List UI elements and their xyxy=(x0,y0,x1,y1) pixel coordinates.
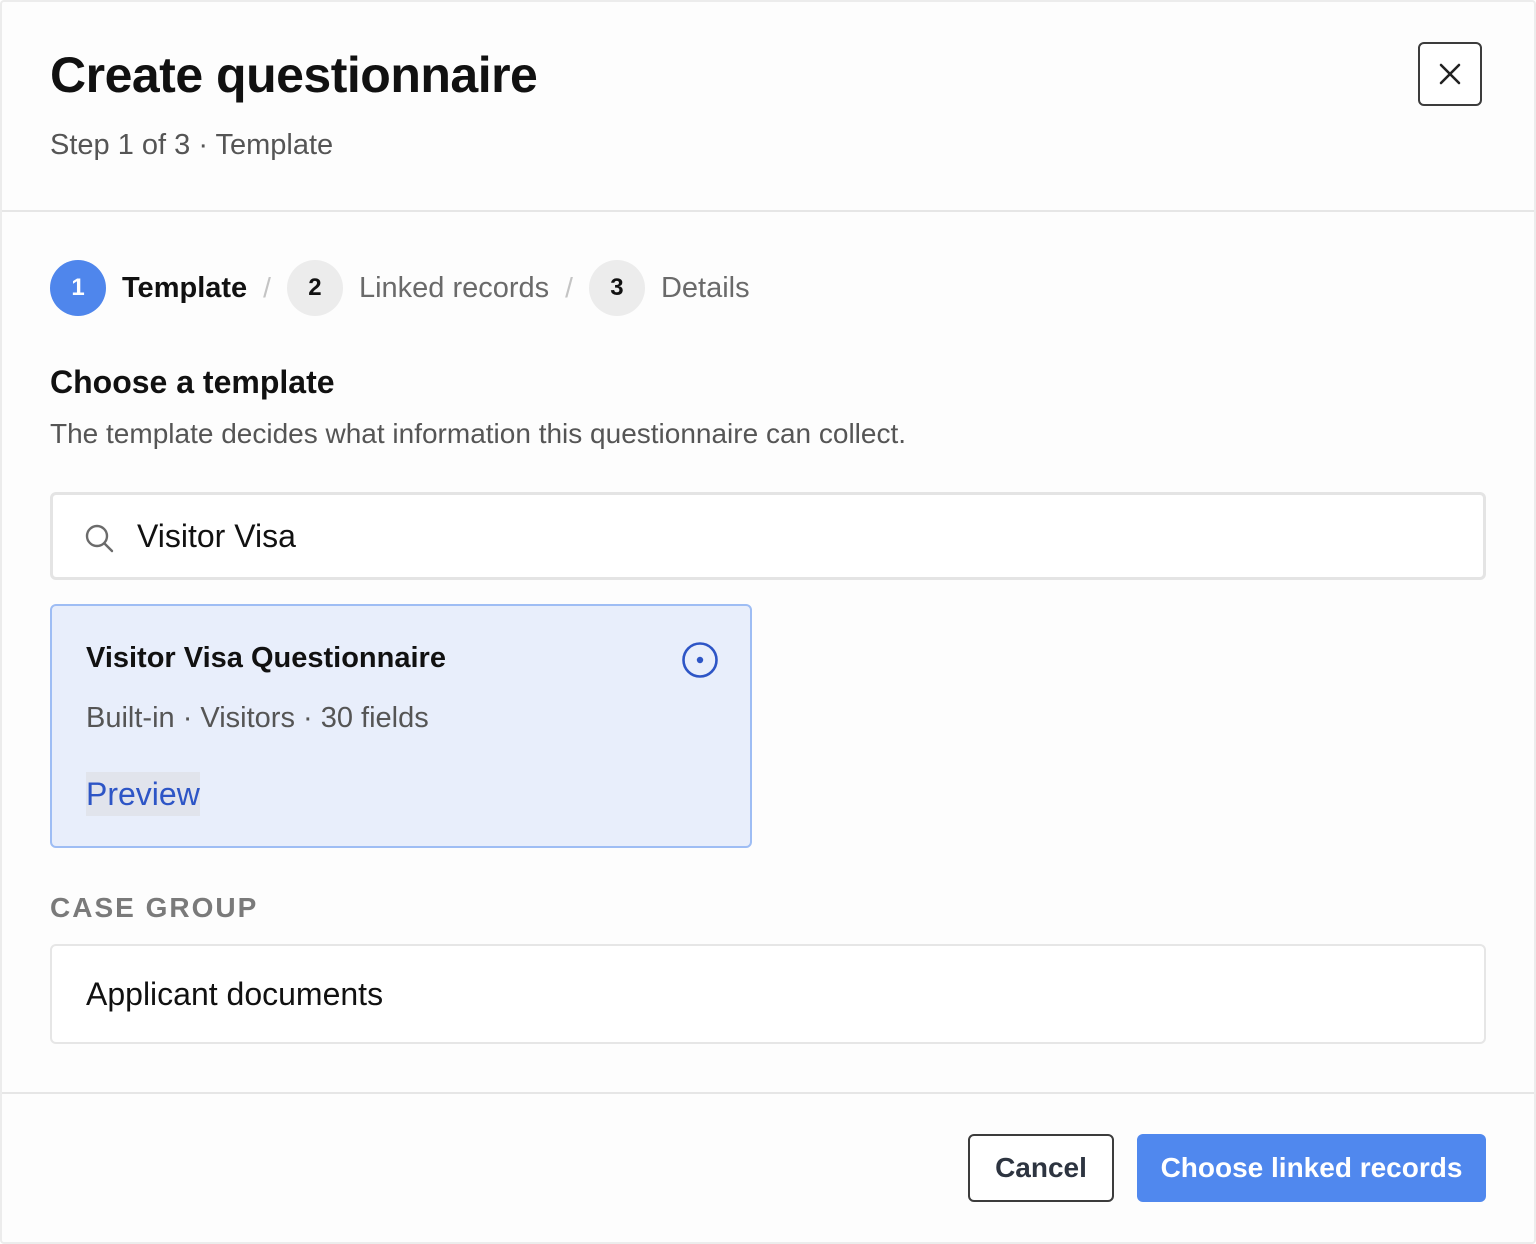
step-details[interactable]: 3 Details xyxy=(588,260,750,316)
section-description: The template decides what information th… xyxy=(50,418,907,449)
template-card-meta: Built-in · Visitors · 30 fields xyxy=(86,702,429,734)
radio-selected-icon[interactable] xyxy=(680,640,720,680)
case-group-label: CASE GROUP xyxy=(50,892,259,923)
step-label: Linked records xyxy=(358,271,550,304)
step-label: Details xyxy=(660,271,750,304)
step-number: 1 xyxy=(50,260,106,316)
dialog-subtitle: Step 1 of 3 · Template xyxy=(50,129,334,161)
template-search xyxy=(50,492,1486,580)
case-group-value: Applicant documents xyxy=(86,976,384,1012)
choose-linked-records-button[interactable]: Choose linked records xyxy=(1137,1134,1486,1202)
template-card-title: Visitor Visa Questionnaire xyxy=(86,642,446,674)
create-questionnaire-dialog: Create questionnaire Step 1 of 3 · Templ… xyxy=(0,0,1536,1244)
step-separator: / xyxy=(263,272,271,303)
stepper: 1 Template / 2 Linked records / 3 Detail… xyxy=(50,260,750,316)
step-separator: / xyxy=(565,272,573,303)
cancel-button[interactable]: Cancel xyxy=(968,1134,1114,1202)
template-card-visitor-visa[interactable]: Visitor Visa Questionnaire Built-in · Vi… xyxy=(50,604,752,848)
case-group-select[interactable]: Applicant documents xyxy=(50,944,1486,1044)
section-title: Choose a template xyxy=(50,364,335,400)
step-number: 2 xyxy=(286,260,343,316)
step-label: Template xyxy=(122,271,248,304)
step-template[interactable]: 1 Template xyxy=(50,260,247,316)
dialog-header: Create questionnaire Step 1 of 3 · Templ… xyxy=(2,2,1534,212)
step-number: 3 xyxy=(588,260,645,316)
close-button[interactable] xyxy=(1418,42,1482,106)
search-icon xyxy=(85,524,114,553)
search-input[interactable] xyxy=(137,507,1457,565)
close-icon xyxy=(1439,63,1461,85)
preview-link[interactable]: Preview xyxy=(86,772,200,816)
dialog-footer: Cancel Choose linked records xyxy=(2,1092,1534,1242)
step-linked-records[interactable]: 2 Linked records xyxy=(286,260,550,316)
dialog-title: Create questionnaire xyxy=(50,47,538,103)
